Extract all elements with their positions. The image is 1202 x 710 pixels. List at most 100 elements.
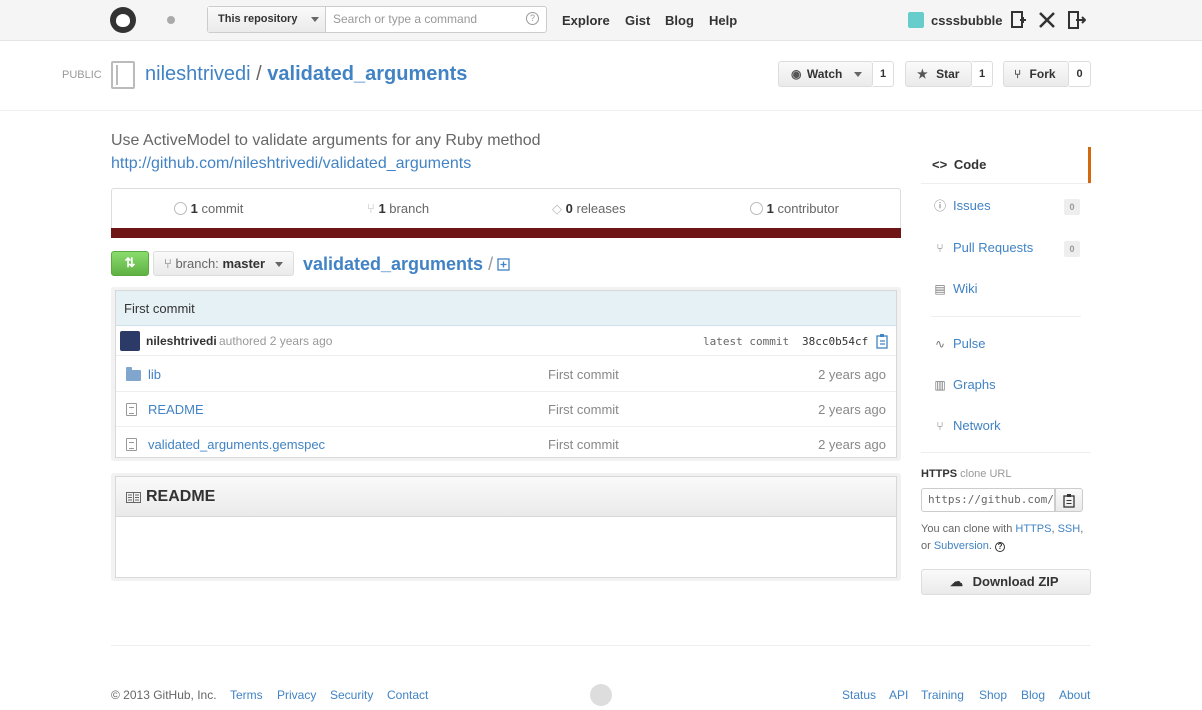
- sidebar-item-label: Pulse: [953, 336, 986, 351]
- issues-icon: ⓘ: [933, 199, 946, 213]
- clone-ssh-link[interactable]: SSH: [1058, 523, 1081, 535]
- clone-label: clone URL: [960, 468, 1012, 480]
- repo-homepage-link[interactable]: http://github.com/nileshtrivedi/validate…: [111, 155, 471, 173]
- clipboard-icon[interactable]: [876, 333, 890, 349]
- contributors-count[interactable]: 1 contributor: [750, 201, 839, 216]
- file-icon: [126, 438, 137, 451]
- commit-sha[interactable]: 38cc0b54cf: [802, 335, 868, 348]
- language-bar[interactable]: [111, 228, 901, 238]
- branch-name: master: [222, 256, 266, 271]
- download-zip-button[interactable]: ☁ Download ZIP: [921, 569, 1091, 595]
- branch-prefix: branch:: [175, 256, 219, 271]
- footer-link-status[interactable]: Status: [842, 688, 876, 702]
- clone-url-input[interactable]: https://github.com/nileshtrivedi/validat…: [921, 488, 1055, 512]
- settings-tools-icon[interactable]: [1038, 11, 1056, 29]
- fork-count[interactable]: 0: [1069, 61, 1091, 87]
- sidebar-item-label: Pull Requests: [953, 240, 1034, 255]
- help-icon[interactable]: ?: [995, 542, 1006, 552]
- clipboard-icon: [1063, 494, 1075, 508]
- releases-count[interactable]: ◇ 0 releases: [552, 201, 626, 217]
- commits-count[interactable]: 1 commit: [174, 201, 243, 216]
- nav-help[interactable]: Help: [709, 13, 737, 28]
- readme-section: README: [111, 473, 901, 581]
- compare-button[interactable]: ⇅: [111, 251, 149, 276]
- commit-author[interactable]: nileshtrivedi: [146, 334, 217, 348]
- file-row[interactable]: lib First commit 2 years ago: [116, 357, 896, 392]
- site-header: This repository Search or type a command…: [0, 0, 1202, 41]
- command-bar: This repository Search or type a command…: [207, 6, 547, 33]
- divider: [921, 452, 1091, 453]
- fork-icon: ⑂: [1014, 67, 1022, 81]
- footer-link-api[interactable]: API: [889, 688, 908, 702]
- footer-link-contact[interactable]: Contact: [387, 688, 428, 702]
- clone-help-text: You can clone with HTTPS, SSH, or Subver…: [921, 523, 1084, 552]
- repo-title: nileshtrivedi / validated_arguments: [145, 63, 467, 86]
- footer-link-training[interactable]: Training: [921, 688, 964, 702]
- github-mark-icon[interactable]: [590, 684, 612, 706]
- footer-link-terms[interactable]: Terms: [230, 688, 263, 702]
- star-count[interactable]: 1: [972, 61, 993, 87]
- footer-link-about[interactable]: About: [1059, 688, 1090, 702]
- pulse-icon: ∿: [934, 337, 946, 351]
- file-age: 2 years ago: [818, 367, 886, 382]
- eye-icon: ◉: [791, 67, 802, 81]
- file-name-link[interactable]: README: [148, 392, 204, 427]
- watch-button[interactable]: ◉ Watch: [778, 61, 873, 87]
- footer-link-privacy[interactable]: Privacy: [277, 688, 316, 702]
- pull-request-icon: ⑂: [936, 241, 944, 255]
- repo-name-link[interactable]: validated_arguments: [267, 63, 467, 85]
- nav-gist[interactable]: Gist: [625, 13, 650, 28]
- sidebar-item-code[interactable]: <> Code: [921, 147, 1091, 183]
- sign-out-icon[interactable]: [1068, 11, 1086, 29]
- clone-copy-button[interactable]: [1055, 488, 1083, 512]
- chevron-down-icon: [310, 16, 319, 22]
- file-icon: [126, 403, 137, 416]
- file-name-link[interactable]: lib: [148, 357, 161, 392]
- notification-dot-icon[interactable]: [167, 16, 175, 24]
- clone-subversion-link[interactable]: Subversion: [934, 540, 989, 552]
- file-row[interactable]: validated_arguments.gemspec First commit…: [116, 427, 896, 459]
- breadcrumb-root-link[interactable]: validated_arguments: [303, 254, 483, 274]
- file-row[interactable]: README First commit 2 years ago: [116, 392, 896, 427]
- watch-count[interactable]: 1: [873, 61, 894, 87]
- new-file-icon[interactable]: [497, 258, 510, 271]
- branch-icon: ⑂: [164, 256, 172, 271]
- user-avatar[interactable]: [908, 12, 924, 28]
- nav-blog[interactable]: Blog: [665, 13, 694, 28]
- nav-explore[interactable]: Explore: [562, 13, 610, 28]
- file-commit-message[interactable]: First commit: [548, 357, 619, 392]
- divider: [921, 183, 1091, 184]
- footer-link-shop[interactable]: Shop: [979, 688, 1007, 702]
- site-footer: © 2013 GitHub, Inc. Terms Privacy Securi…: [111, 645, 1091, 706]
- repo-owner-link[interactable]: nileshtrivedi: [145, 63, 251, 85]
- file-commit-message[interactable]: First commit: [548, 427, 619, 462]
- file-commit-message[interactable]: First commit: [548, 392, 619, 427]
- branches-count[interactable]: ⑂ 1 branch: [367, 201, 429, 216]
- cloud-download-icon: ☁: [950, 574, 963, 589]
- fork-button[interactable]: ⑂ Fork: [1003, 61, 1069, 87]
- footer-link-blog[interactable]: Blog: [1021, 688, 1045, 702]
- sidebar-item-label: Issues: [953, 198, 991, 213]
- repo-title-separator: /: [256, 63, 262, 85]
- history-icon: [174, 202, 187, 215]
- star-button[interactable]: ★ Star: [905, 61, 972, 87]
- username-link[interactable]: csssbubble: [931, 13, 1003, 28]
- file-age: 2 years ago: [818, 437, 886, 452]
- clone-https-link[interactable]: HTTPS: [1015, 523, 1051, 535]
- search-scope-button[interactable]: This repository: [208, 7, 326, 32]
- branch-icon: ⑂: [367, 201, 375, 216]
- help-icon[interactable]: ?: [526, 12, 539, 25]
- last-commit-message[interactable]: First commit: [116, 291, 896, 326]
- repo-icon: [111, 61, 135, 89]
- new-repo-icon[interactable]: [1010, 11, 1026, 29]
- issues-count: 0: [1064, 199, 1080, 215]
- file-name-link[interactable]: validated_arguments.gemspec: [148, 427, 325, 462]
- github-logo-icon[interactable]: [110, 7, 136, 33]
- footer-link-security[interactable]: Security: [330, 688, 373, 702]
- search-input[interactable]: Search or type a command: [333, 7, 513, 32]
- avatar[interactable]: [120, 331, 140, 351]
- folder-icon: [126, 367, 141, 381]
- branch-select-button[interactable]: ⑂ branch: master: [153, 251, 294, 276]
- commit-authored-time: authored 2 years ago: [219, 334, 333, 348]
- copyright: © 2013 GitHub, Inc.: [111, 688, 217, 702]
